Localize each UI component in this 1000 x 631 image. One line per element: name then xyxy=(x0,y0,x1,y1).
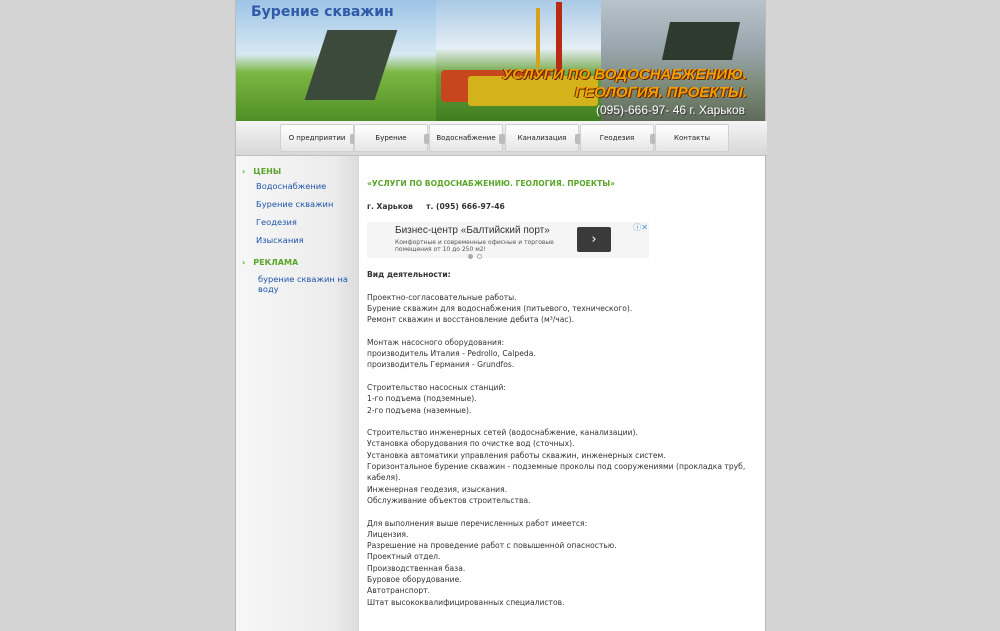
text-line: Бурение скважин для водоснабжения (питье… xyxy=(367,303,633,313)
ad-title[interactable]: Бизнес-центр «Балтийский порт» xyxy=(395,225,550,236)
text-line: Установка автоматики управления работы с… xyxy=(367,450,666,460)
text-line: Установка оборудования по очистке вод (с… xyxy=(367,439,575,449)
slogan-line-2: ГЕОЛОГИЯ. ПРОЕКТЫ. xyxy=(574,84,747,101)
nav-item-label: Бурение xyxy=(375,134,407,142)
nav-item-water-supply[interactable]: Водоснабжение xyxy=(429,124,505,152)
sidebar-section-title: ЦЕНЫ xyxy=(253,167,282,176)
nav-item-label: Контакты xyxy=(673,134,711,142)
drill-mast-image xyxy=(536,8,540,68)
header-banner: Бурение скважин УСЛУГИ ПО ВОДОСНАБЖЕНИЮ.… xyxy=(236,0,765,121)
text-line: Лицензия. xyxy=(367,529,409,539)
text-line: Штат высококвалифицированных специалисто… xyxy=(367,597,565,607)
text-line: Проектный отдел. xyxy=(367,552,441,562)
text-line: Ремонт скважин и восстановление дебита (… xyxy=(367,315,574,325)
text-line: Инженерная геодезия, изыскания. xyxy=(367,484,508,494)
machine-image xyxy=(661,22,741,60)
text-line: Для выполнения выше перечисленных работ … xyxy=(367,518,588,528)
main-content: «УСЛУГИ ПО ВОДОСНАБЖЕНИЮ. ГЕОЛОГИЯ. ПРОЕ… xyxy=(360,156,766,631)
text-line: производитель Германия - Grundfos. xyxy=(367,360,515,370)
text-line: Монтаж насосного оборудования: xyxy=(367,337,505,347)
header-phone: (095)-666-97- 46 г. Харьков xyxy=(595,103,745,117)
text-line: Строительство насосных станций: xyxy=(367,382,506,392)
nav-item-label: Водоснабжение xyxy=(436,134,496,142)
text-line: Буровое оборудование. xyxy=(367,575,462,585)
activity-label: Вид деятельности: xyxy=(367,270,451,279)
activity-section: Вид деятельности: Проектно-согласователь… xyxy=(367,269,762,608)
nav-item-contacts[interactable]: Контакты xyxy=(655,124,729,152)
sidebar-link-water-supply[interactable]: Водоснабжение xyxy=(256,181,356,191)
chevron-right-icon: › xyxy=(242,167,246,176)
page-container: Бурение скважин УСЛУГИ ПО ВОДОСНАБЖЕНИЮ.… xyxy=(235,0,767,631)
nav-item-geodesy[interactable]: Геодезия xyxy=(580,124,656,152)
sidebar-section-prices: › ЦЕНЫ xyxy=(242,167,281,176)
text-line: Производственная база. xyxy=(367,563,466,573)
ad-banner[interactable]: Бизнес-центр «Балтийский порт» Комфортны… xyxy=(367,222,649,259)
slogan-line-1: УСЛУГИ ПО ВОДОСНАБЖЕНИЮ. xyxy=(502,66,747,83)
carousel-dot[interactable] xyxy=(468,254,473,259)
text-line: 2-го подъема (наземные). xyxy=(367,405,472,415)
ad-description: Комфортные и современные офисные и торго… xyxy=(395,239,554,253)
drill-mast-image xyxy=(556,2,562,72)
nav-item-drilling[interactable]: Бурение xyxy=(354,124,430,152)
sidebar: › ЦЕНЫ Водоснабжение Бурение скважин Геод… xyxy=(236,156,359,631)
text-line: Разрешение на проведение работ с повышен… xyxy=(367,541,617,551)
sidebar-link-geodesy[interactable]: Геодезия xyxy=(256,217,356,227)
text-line: 1-го подъема (подземные). xyxy=(367,394,477,404)
city-phone: г. Харьков т. (095) 666-97-46 xyxy=(367,202,505,211)
sidebar-link-surveys[interactable]: Изыскания xyxy=(256,235,356,245)
text-line: Горизонтальное бурение скважин - подземн… xyxy=(367,462,746,483)
chevron-right-icon[interactable]: › xyxy=(577,227,611,252)
page-title: «УСЛУГИ ПО ВОДОСНАБЖЕНИЮ. ГЕОЛОГИЯ. ПРОЕ… xyxy=(367,179,616,188)
text-line: производитель Италия - Pedrollo, Calpeda… xyxy=(367,349,536,359)
main-nav: О предприятии Бурение Водоснабжение Кана… xyxy=(236,121,767,156)
text-line: Строительство инженерных сетей (водоснаб… xyxy=(367,428,638,438)
text-line: Автотранспорт. xyxy=(367,586,431,596)
sidebar-link-well-drilling-water[interactable]: бурение скважин на воду xyxy=(258,274,348,294)
nav-item-label: О предприятии xyxy=(288,134,346,142)
nav-item-label: Канализация xyxy=(517,134,567,142)
text-line: Проектно-согласовательные работы. xyxy=(367,292,517,302)
nav-item-label: Геодезия xyxy=(599,134,635,142)
carousel-dot[interactable] xyxy=(477,254,482,259)
text-line: Обслуживание объектов строительства. xyxy=(367,495,531,505)
nav-item-about[interactable]: О предприятии xyxy=(280,124,356,152)
ad-carousel-dots xyxy=(468,251,486,262)
slogan: УСЛУГИ ПО ВОДОСНАБЖЕНИЮ. ГЕОЛОГИЯ. ПРОЕК… xyxy=(502,66,747,102)
sidebar-section-ads: › РЕКЛАМА xyxy=(242,258,298,267)
sidebar-link-well-drilling[interactable]: Бурение скважин xyxy=(256,199,356,209)
ad-close-icon[interactable]: ⓘ✕ xyxy=(633,222,648,233)
site-name[interactable]: Бурение скважин xyxy=(251,4,394,20)
chevron-right-icon: › xyxy=(242,258,246,267)
sidebar-section-title: РЕКЛАМА xyxy=(253,258,299,267)
nav-item-sewerage[interactable]: Канализация xyxy=(505,124,581,152)
